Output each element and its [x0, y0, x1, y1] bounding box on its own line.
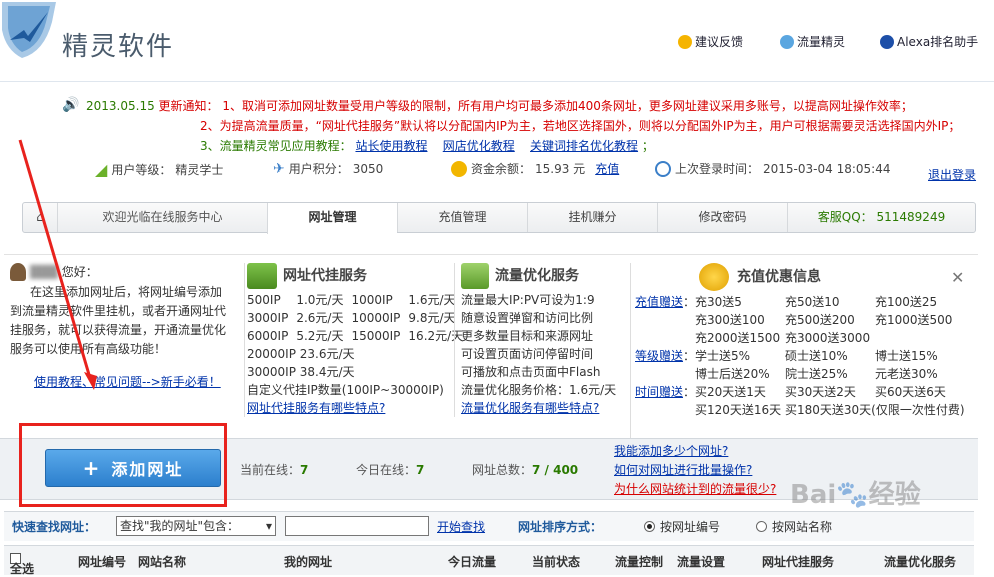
- watermark: Bai🐾经验: [790, 480, 921, 510]
- search-field-select[interactable]: 查找"我的网址"包含： ▾: [116, 516, 276, 536]
- notice-label: 更新通知：: [158, 99, 219, 113]
- feedback-link[interactable]: 建议反馈: [678, 33, 743, 50]
- col-traffic-settings: 流量设置: [677, 555, 726, 569]
- level-icon: ◢: [95, 160, 108, 179]
- greeting-text: 在这里添加网址后，将网址编号添加到流量精灵软件里挂机，或者开通网址代挂服务，就可…: [10, 285, 227, 356]
- coin-icon: [451, 160, 467, 177]
- col-optimize-service: 流量优化服务: [884, 555, 957, 569]
- sort-by-number[interactable]: 按网址编号: [644, 518, 720, 535]
- optimize-features-link[interactable]: 流量优化服务有哪些特点?: [461, 401, 599, 415]
- user-level: ◢ 用户等级： 精灵学士: [95, 160, 224, 179]
- chevron-down-icon: ▾: [265, 519, 272, 533]
- recharge-gift-label[interactable]: 充值赠送: [635, 293, 683, 311]
- search-row: 快速查找网址： 查找"我的网址"包含： ▾ 开始查找 网址排序方式： 按网址编号…: [4, 511, 974, 541]
- help-link-low-traffic[interactable]: 为什么网站统计到的流量很少?: [614, 480, 776, 497]
- col-traffic-control: 流量控制: [615, 555, 664, 569]
- proxy-price-table: 500IP 1.0元/天 1000IP 1.6元/天 3000IP 2.6元/天 1000…: [247, 293, 464, 343]
- logout-link[interactable]: 退出登录: [928, 166, 976, 183]
- tab-recharge[interactable]: 充值管理: [397, 203, 527, 232]
- notice-item-2: 2、为提高流量质量，“网址代挂服务”默认将以分配国内IP为主，若地区选择国外，则…: [200, 119, 961, 133]
- notice-item-1: 1、取消可添加网址数量受用户等级的限制，所有用户均可最多添加400条网址，更多网…: [222, 99, 913, 113]
- balance: 资金余额： 15.93 元 充值: [451, 160, 619, 177]
- time-gift-label[interactable]: 时间赠送: [635, 383, 683, 401]
- clock-icon: [655, 160, 671, 177]
- logo-icon: [2, 2, 56, 58]
- tab-change-password[interactable]: 修改密码: [657, 203, 787, 232]
- customer-service-qq: 客服QQ： 511489249: [787, 203, 975, 232]
- chart-up-icon: [461, 263, 489, 289]
- main-tabs: ⌂ 欢迎光临在线服务中心 网址管理 充值管理 挂机赚分 修改密码 客服QQ： 5…: [22, 202, 976, 234]
- star-icon: [678, 34, 692, 49]
- quick-search-label: 快速查找网址：: [12, 520, 97, 534]
- avatar: [10, 263, 26, 281]
- tab-url-management[interactable]: 网址管理: [267, 203, 397, 234]
- sort-by-name[interactable]: 按网站名称: [756, 518, 832, 535]
- speaker-icon: 🔊: [62, 97, 80, 113]
- coins-icon: [699, 263, 729, 291]
- col-url-id: 网址编号: [78, 555, 127, 569]
- table-header: 全选 网址编号 网站名称 我的网址 今日流量 当前状态 流量控制 流量设置 网址…: [4, 545, 974, 576]
- header: 精灵软件 建议反馈 流量精灵 Alexa排名助手: [0, 0, 994, 82]
- search-input[interactable]: [285, 516, 429, 536]
- col-today-traffic: 今日流量: [448, 555, 497, 569]
- newbie-guide-link[interactable]: 使用教程、常见问题-->新手必看！: [34, 373, 232, 391]
- online-today: 今日在线：7: [356, 463, 425, 477]
- online-now: 当前在线：7: [240, 463, 309, 477]
- home-icon[interactable]: ⌂: [23, 203, 57, 232]
- highlight-box: [19, 423, 227, 507]
- tutorial-link-keyword[interactable]: 关键词排名优化教程: [530, 139, 638, 153]
- close-icon[interactable]: ✕: [951, 269, 964, 287]
- search-button[interactable]: 开始查找: [437, 518, 485, 535]
- points-icon: ✈: [273, 160, 285, 177]
- help-link-batch[interactable]: 如何对网址进行批量操作?: [614, 461, 752, 478]
- user-points: ✈ 用户积分： 3050: [273, 160, 384, 177]
- last-login: 上次登录时间： 2015-03-04 18:05:44: [655, 160, 890, 177]
- recharge-offers-block: 充值优惠信息 ✕ 充值赠送： 充30送5 充50送10 充100送25 充300…: [630, 263, 974, 443]
- proxy-service-icon: [247, 263, 277, 289]
- proxy-features-link[interactable]: 网址代挂服务有哪些特点?: [247, 401, 385, 415]
- greeting-block: ███ 您好： 在这里添加网址后，将网址编号添加到流量精灵软件里挂机，或者开通网…: [10, 263, 232, 391]
- select-all[interactable]: 全选: [10, 553, 34, 576]
- tutorial-link-shop[interactable]: 网店优化教程: [443, 139, 515, 153]
- help-link-count[interactable]: 我能添加多少个网址?: [614, 442, 728, 459]
- tab-earn-points[interactable]: 挂机赚分: [527, 203, 657, 232]
- col-status: 当前状态: [532, 555, 581, 569]
- url-total: 网址总数：7 / 400: [472, 463, 579, 477]
- diamond-icon: [780, 34, 794, 49]
- proxy-service-block: 网址代挂服务 500IP 1.0元/天 1000IP 1.6元/天 3000IP 2.6…: [244, 263, 463, 417]
- app-title: 精灵软件: [62, 32, 175, 62]
- col-site-name: 网站名称: [138, 555, 187, 569]
- tutorial-link-webmaster[interactable]: 站长使用教程: [355, 139, 427, 153]
- alexa-icon: [880, 34, 894, 49]
- user-info-row: ◢ 用户等级： 精灵学士 ✈ 用户积分： 3050 资金余额： 15.93 元 …: [95, 160, 985, 184]
- col-proxy-service: 网址代挂服务: [762, 555, 835, 569]
- traffic-elf-link[interactable]: 流量精灵: [780, 33, 845, 50]
- tab-welcome: 欢迎光临在线服务中心: [57, 203, 267, 232]
- notice-item-3-prefix: 3、流量精灵常见应用教程：: [200, 139, 352, 153]
- alexa-link[interactable]: Alexa排名助手: [880, 33, 978, 50]
- recharge-link[interactable]: 充值: [595, 160, 619, 177]
- sort-label: 网址排序方式：: [518, 520, 603, 534]
- level-gift-label[interactable]: 等级赠送: [635, 347, 683, 365]
- col-my-url: 我的网址: [284, 555, 333, 569]
- info-panel: ███ 您好： 在这里添加网址后，将网址编号添加到流量精灵软件里挂机，或者开通网…: [4, 254, 978, 443]
- notice-date: 2013.05.15: [86, 99, 155, 113]
- optimize-service-block: 流量优化服务 流量最大IP:PV可设为1:9 随意设置弹窗和访问比例 更多数量目…: [454, 263, 624, 417]
